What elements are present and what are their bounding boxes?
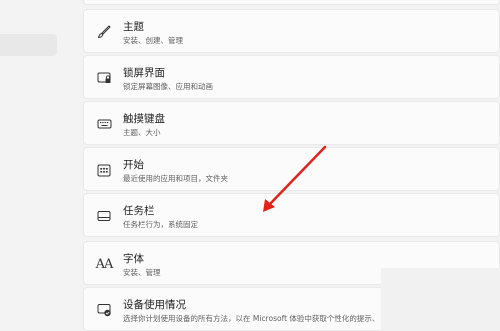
item-subtitle: 安装、管理 bbox=[123, 268, 161, 277]
item-title: 设备使用情况 bbox=[123, 299, 186, 311]
item-title: 主题 bbox=[123, 21, 144, 33]
item-title: 字体 bbox=[123, 253, 144, 265]
nav-item-personalization[interactable] bbox=[0, 34, 57, 56]
settings-item-start[interactable]: 开始 最近使用的应用和项目，文件夹 bbox=[83, 147, 500, 191]
item-title: 任务栏 bbox=[123, 205, 155, 217]
start-icon bbox=[96, 162, 112, 178]
brush-icon bbox=[96, 24, 112, 40]
settings-item-lock-screen[interactable]: 锁屏界面 锁定屏幕图像、应用和动画 bbox=[83, 55, 500, 99]
item-title: 开始 bbox=[123, 159, 144, 171]
settings-item-themes[interactable]: 主题 安装、创建、管理 bbox=[83, 9, 500, 53]
taskbar-icon bbox=[96, 208, 112, 224]
settings-item-touch-keyboard[interactable]: 触摸键盘 主题、大小 bbox=[83, 101, 500, 145]
settings-window: 主题 安装、创建、管理 锁屏界面 锁定屏幕图像、应用和动画 触摸键盘 主题、大小… bbox=[0, 0, 500, 331]
item-title: 锁屏界面 bbox=[123, 67, 165, 79]
font-glyph: AA bbox=[95, 256, 114, 272]
item-subtitle: 安装、创建、管理 bbox=[123, 36, 183, 45]
font-icon: AA bbox=[95, 256, 114, 272]
keyboard-icon bbox=[96, 116, 112, 132]
item-title: 触摸键盘 bbox=[123, 113, 165, 125]
settings-item-taskbar[interactable]: 任务栏 任务栏行为，系统固定 bbox=[83, 193, 500, 237]
item-subtitle: 最近使用的应用和项目，文件夹 bbox=[123, 174, 228, 183]
blurred-region bbox=[381, 268, 500, 331]
device-usage-icon bbox=[96, 302, 112, 318]
item-subtitle: 主题、大小 bbox=[123, 128, 161, 137]
lockscreen-icon bbox=[96, 70, 112, 86]
settings-item-previous[interactable] bbox=[83, 0, 500, 5]
item-subtitle: 任务栏行为，系统固定 bbox=[123, 220, 198, 229]
item-subtitle: 选择你计划使用设备的所有方法，以在 Microsoft 体验中获取个性化的提示、 bbox=[123, 314, 380, 323]
item-subtitle: 锁定屏幕图像、应用和动画 bbox=[123, 82, 213, 91]
